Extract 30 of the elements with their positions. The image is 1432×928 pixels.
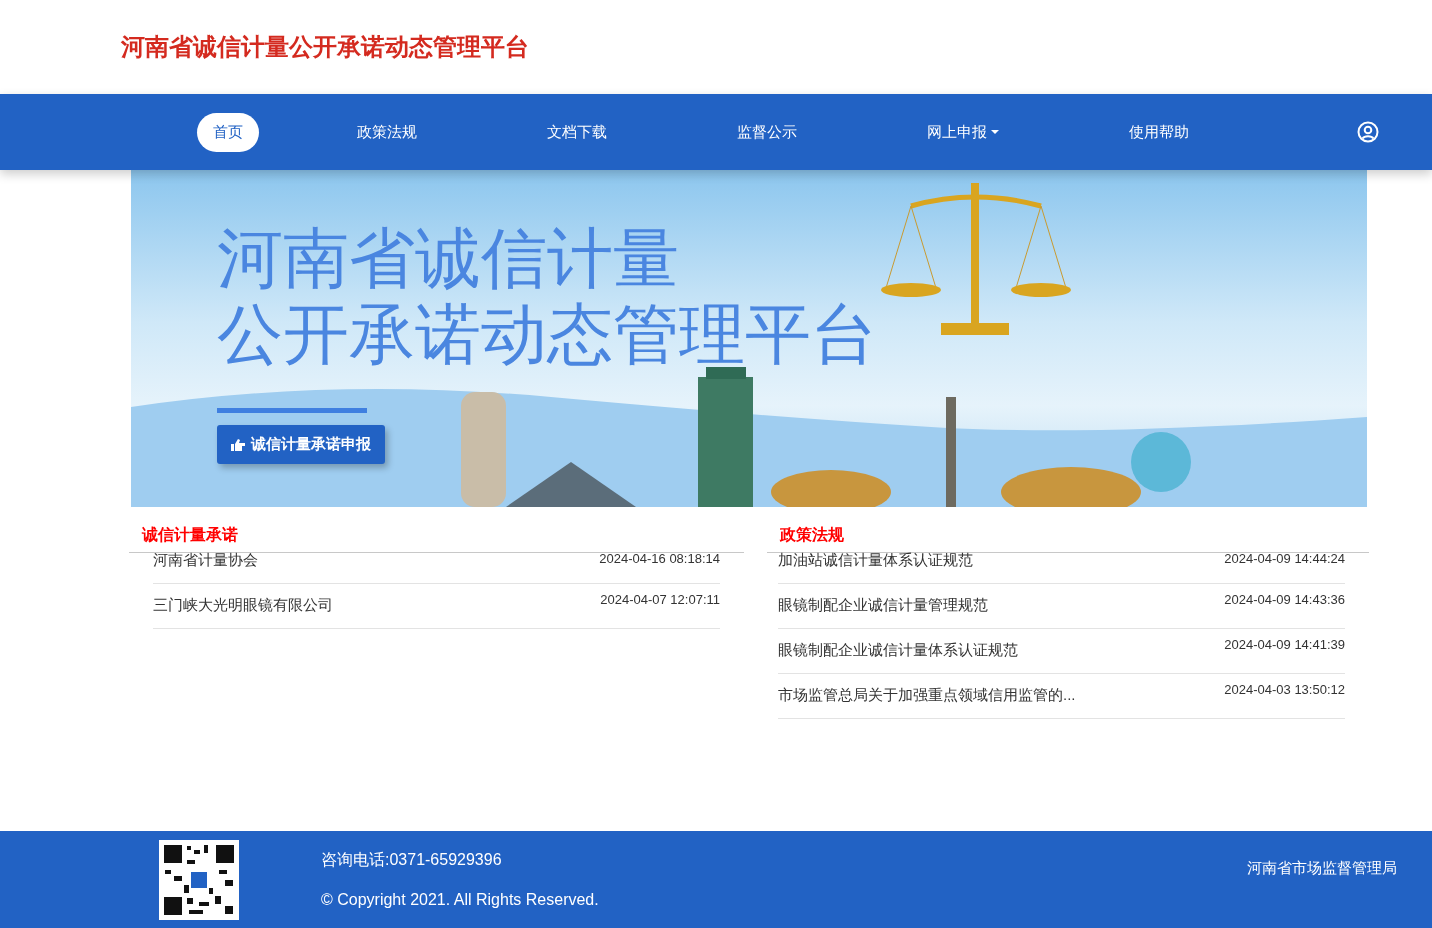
news-date: 2024-04-16 08:18:14 [599, 551, 720, 568]
news-link[interactable]: 眼镜制配企业诚信计量管理规范 [778, 584, 988, 628]
nav-link[interactable]: 使用帮助 [1113, 112, 1205, 152]
contact-phone: 咨询电话:0371-65929396 [321, 850, 503, 870]
news-link[interactable]: 河南省计量协会 [153, 551, 258, 583]
news-date: 2024-04-09 14:44:24 [1224, 551, 1345, 568]
section-title: 诚信计量承诺 [142, 525, 238, 545]
news-link[interactable]: 加油站诚信计量体系认证规范 [778, 551, 973, 583]
news-link[interactable]: 三门峡大光明眼镜有限公司 [153, 584, 333, 628]
nav-link[interactable]: 文档下载 [531, 112, 623, 152]
nav-link[interactable]: 网上申报 [911, 112, 1015, 152]
agency-name: 河南省市场监督管理局 [1247, 859, 1397, 878]
section-title: 政策法规 [780, 525, 844, 545]
caret-icon [991, 130, 999, 134]
banner-title: 河南省诚信计量 [217, 220, 680, 296]
news-date: 2024-04-09 14:43:36 [1224, 591, 1345, 609]
banner-title: 公开承诺动态管理平台 [217, 296, 878, 372]
site-title: 河南省诚信计量公开承诺动态管理平台 [121, 32, 529, 62]
nav-link[interactable]: 监督公示 [721, 112, 813, 152]
news-link[interactable]: 市场监管总局关于加强重点领域信用监管的... [778, 674, 1076, 718]
user-icon[interactable] [1357, 121, 1379, 143]
qr-code-icon [159, 839, 239, 920]
nav-link[interactable]: 首页 [197, 112, 259, 152]
copyright-text: © Copyright 2021. All Rights Reserved. [321, 891, 599, 909]
nav-link[interactable]: 政策法规 [341, 112, 433, 152]
news-link[interactable]: 眼镜制配企业诚信计量体系认证规范 [778, 629, 1018, 673]
news-date: 2024-04-07 12:07:11 [600, 591, 720, 609]
news-date: 2024-04-09 14:41:39 [1224, 636, 1345, 654]
news-date: 2024-04-03 13:50:12 [1224, 681, 1345, 699]
pledge-report-button[interactable]: 诚信计量承诺申报 [217, 425, 385, 464]
